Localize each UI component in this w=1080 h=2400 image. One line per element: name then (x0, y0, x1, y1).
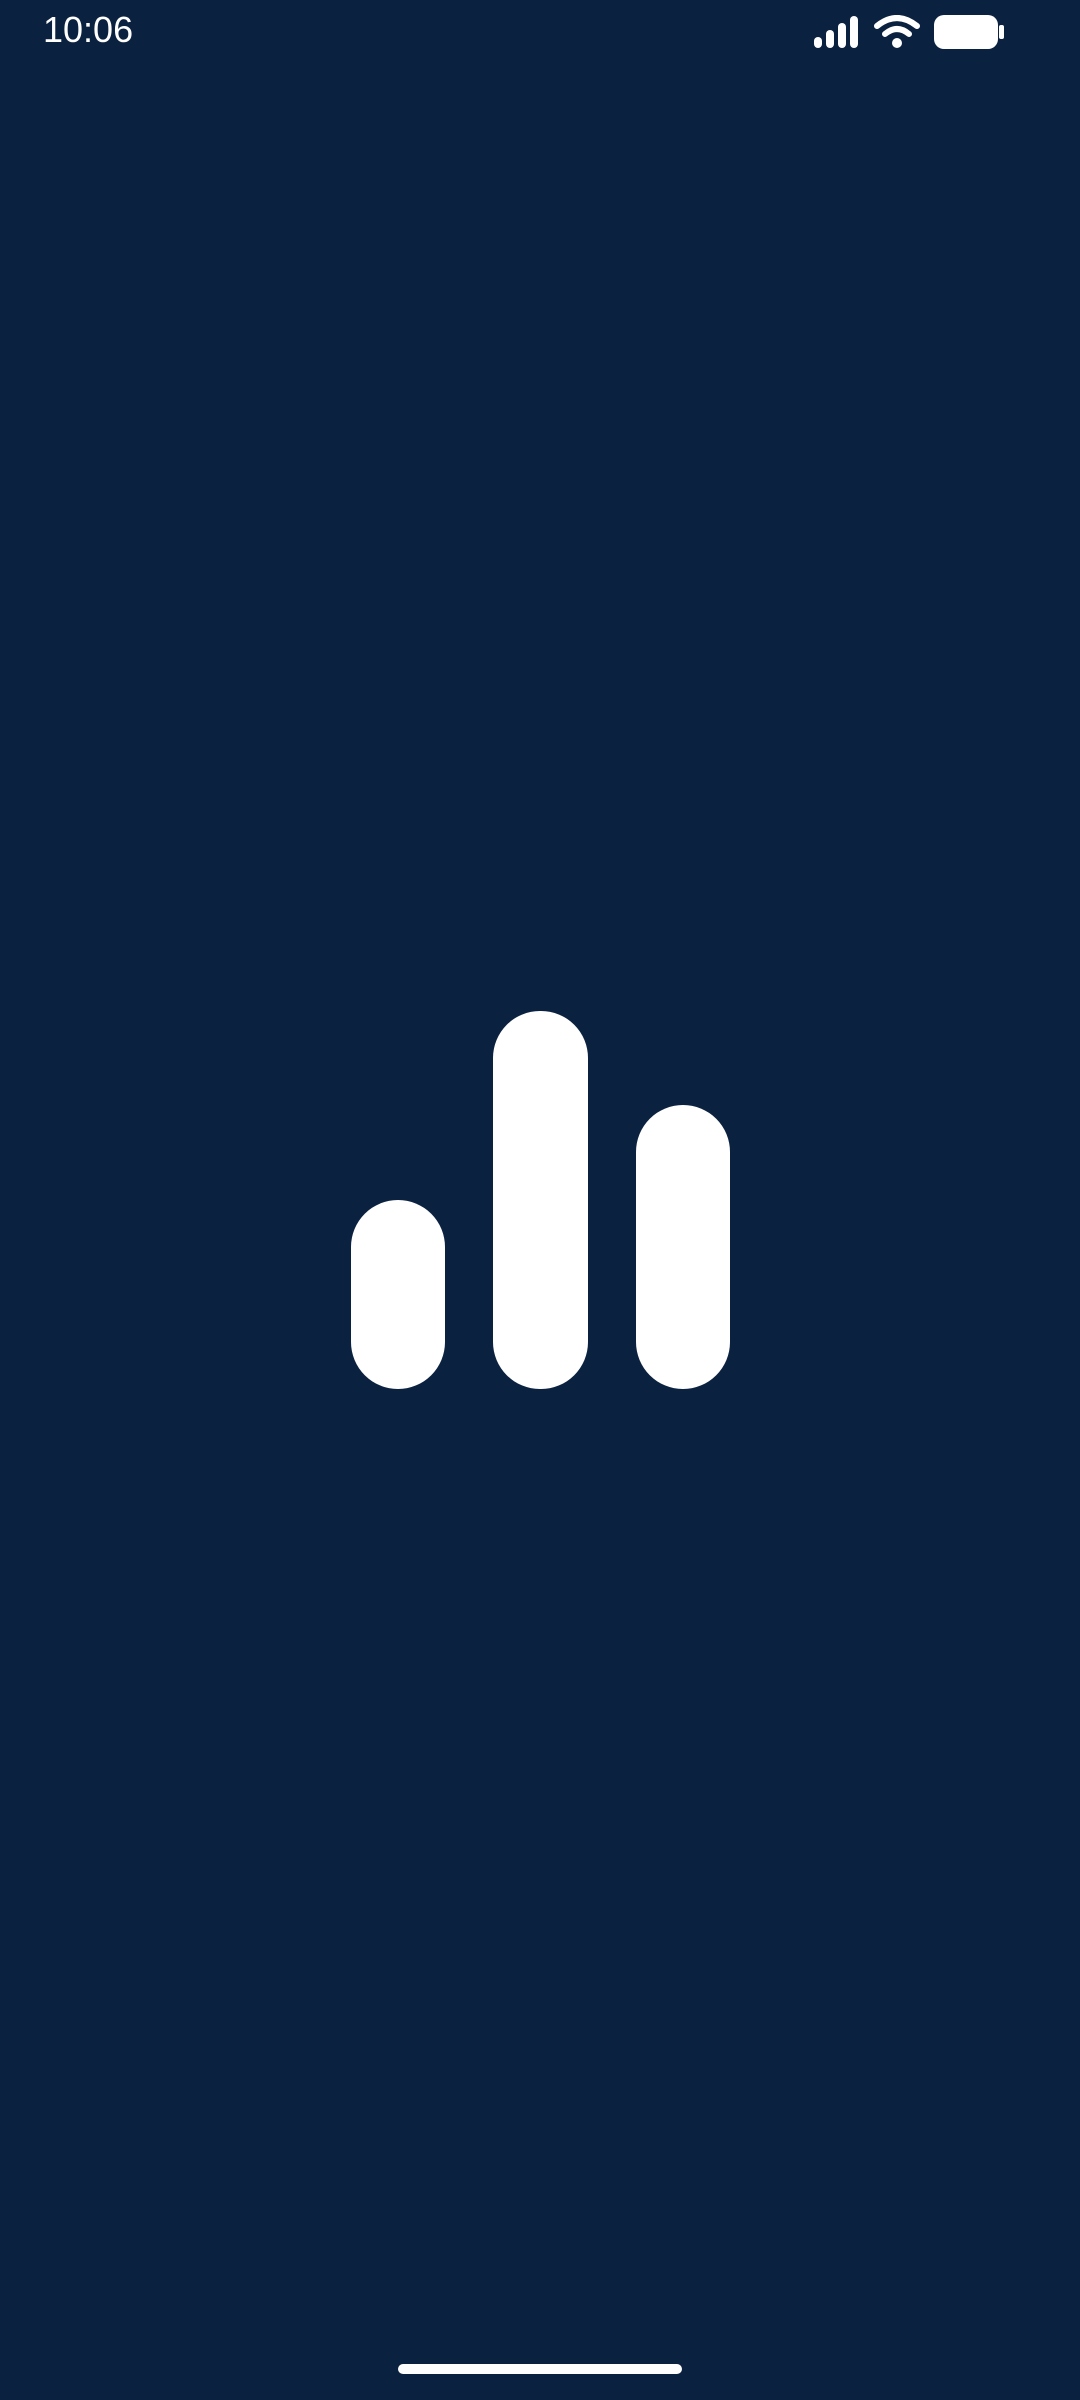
wifi-icon (874, 15, 920, 49)
status-time: 10:06 (43, 9, 134, 50)
bar-chart-logo-icon (351, 1011, 730, 1389)
status-bar: 10:06 (0, 0, 1080, 60)
status-icons (814, 12, 1004, 52)
home-indicator[interactable] (398, 2364, 682, 2374)
signal-icon (814, 16, 860, 48)
battery-icon (934, 15, 1004, 49)
